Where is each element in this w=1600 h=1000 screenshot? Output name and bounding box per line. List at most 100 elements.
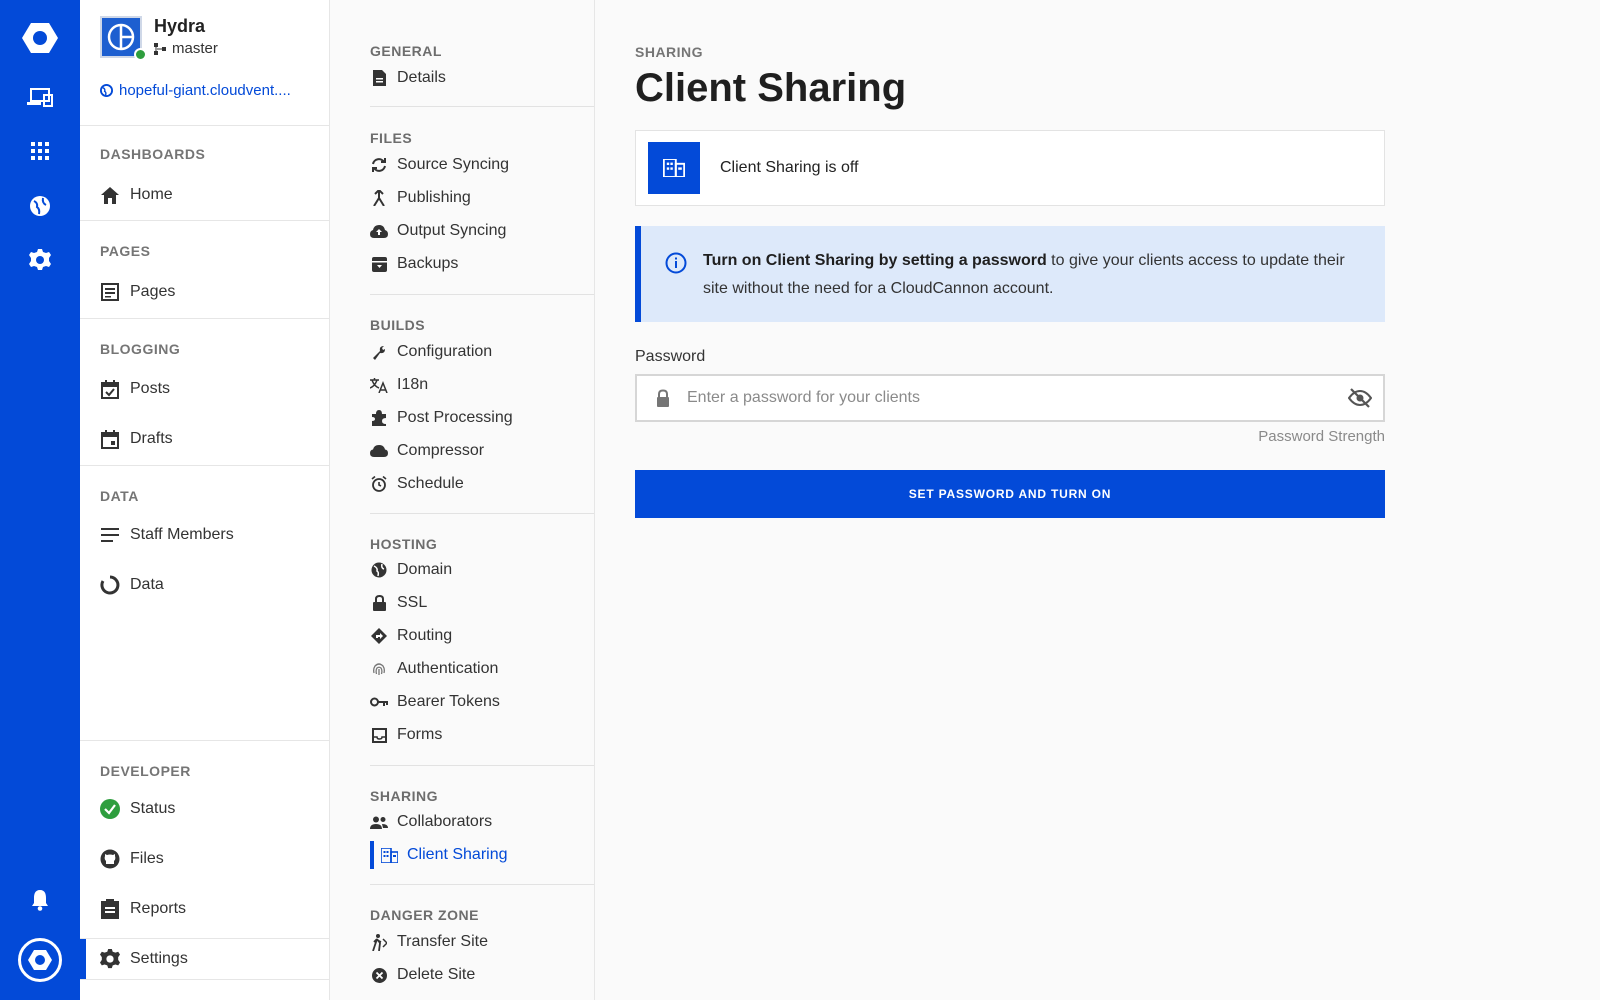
github-icon xyxy=(100,849,120,869)
info-icon xyxy=(665,252,687,274)
sync-icon xyxy=(370,156,388,174)
settings-nav: GENERAL Details FILES Source Syncing Pub… xyxy=(330,0,595,1000)
sidebar-item-files[interactable]: Files xyxy=(100,844,320,874)
eye-off-icon[interactable] xyxy=(1347,386,1373,410)
site-status-check-icon xyxy=(134,48,147,61)
settings-item-label: Domain xyxy=(397,561,453,578)
cloudcannon-logo-icon[interactable] xyxy=(18,18,62,58)
settings-item-backups[interactable]: Backups xyxy=(370,250,590,278)
lock-icon xyxy=(370,594,388,612)
calendar-check-icon xyxy=(100,379,120,399)
walking-person-icon xyxy=(370,933,388,951)
settings-item-label: Source Syncing xyxy=(397,156,510,173)
settings-heading-hosting: HOSTING xyxy=(370,536,438,552)
info-message-bold: Turn on Client Sharing by setting a pass… xyxy=(703,252,1047,269)
sidebar-item-settings[interactable]: Settings xyxy=(100,944,320,974)
divider xyxy=(370,765,594,766)
divider xyxy=(370,884,594,885)
divider xyxy=(80,125,329,126)
section-heading-data: DATA xyxy=(100,488,139,504)
section-heading-pages: PAGES xyxy=(100,243,151,259)
divider xyxy=(80,220,329,221)
list-icon xyxy=(100,525,120,545)
calendar-icon xyxy=(100,429,120,449)
password-field xyxy=(635,374,1385,422)
sidebar-item-posts[interactable]: Posts xyxy=(100,374,320,404)
password-input[interactable] xyxy=(687,376,1327,420)
site-url-text: hopeful-giant.cloudvent.... xyxy=(119,82,291,99)
settings-item-configuration[interactable]: Configuration xyxy=(370,338,590,366)
settings-item-ssl[interactable]: SSL xyxy=(370,589,590,617)
section-heading-developer: DEVELOPER xyxy=(100,763,191,779)
divider xyxy=(80,740,329,741)
settings-item-source-syncing[interactable]: Source Syncing xyxy=(370,151,590,179)
settings-item-details[interactable]: Details xyxy=(370,64,590,92)
sidebar-item-data[interactable]: Data xyxy=(100,570,320,600)
settings-item-label: Compressor xyxy=(397,442,485,459)
bell-icon[interactable] xyxy=(20,880,60,920)
settings-item-routing[interactable]: Routing xyxy=(370,622,590,650)
settings-item-collaborators[interactable]: Collaborators xyxy=(370,808,590,836)
settings-item-forms[interactable]: Forms xyxy=(370,721,590,749)
info-callout: Turn on Client Sharing by setting a pass… xyxy=(635,226,1385,322)
app-rail xyxy=(0,0,80,1000)
settings-item-label: Routing xyxy=(397,627,453,644)
globe-icon[interactable] xyxy=(20,186,60,226)
sidebar-item-status[interactable]: Status xyxy=(100,794,320,824)
settings-item-label: Publishing xyxy=(397,189,471,206)
sidebar-item-staff-members[interactable]: Staff Members xyxy=(100,520,320,550)
set-password-button[interactable]: SET PASSWORD AND TURN ON xyxy=(635,470,1385,518)
settings-item-label: Details xyxy=(397,69,446,86)
settings-item-label: I18n xyxy=(397,376,429,393)
settings-item-domain[interactable]: Domain xyxy=(370,556,590,584)
building-icon xyxy=(380,846,398,864)
sidebar-item-label: Settings xyxy=(130,950,188,967)
settings-item-publishing[interactable]: Publishing xyxy=(370,184,590,212)
settings-item-schedule[interactable]: Schedule xyxy=(370,470,590,498)
settings-item-label: Bearer Tokens xyxy=(397,693,500,710)
settings-item-authentication[interactable]: Authentication xyxy=(370,655,590,683)
devices-icon[interactable] xyxy=(20,77,60,117)
settings-item-post-processing[interactable]: Post Processing xyxy=(370,404,590,432)
settings-item-label: Delete Site xyxy=(397,966,476,983)
site-branch[interactable]: master xyxy=(154,40,218,57)
sidebar-item-label: Home xyxy=(130,186,173,203)
settings-item-output-syncing[interactable]: Output Syncing xyxy=(370,217,590,245)
clipboard-icon xyxy=(100,899,120,919)
lock-icon xyxy=(657,389,669,407)
settings-heading-sharing: SHARING xyxy=(370,788,439,804)
settings-item-delete-site[interactable]: Delete Site xyxy=(370,961,590,989)
site-header[interactable]: Hydra master xyxy=(100,16,320,66)
password-label: Password xyxy=(635,348,706,365)
settings-item-label: Output Syncing xyxy=(397,222,507,239)
settings-item-transfer-site[interactable]: Transfer Site xyxy=(370,928,590,956)
settings-item-label: Schedule xyxy=(397,475,464,492)
gear-icon[interactable] xyxy=(20,240,60,280)
sidebar-item-drafts[interactable]: Drafts xyxy=(100,424,320,454)
fingerprint-icon xyxy=(370,660,388,678)
divider xyxy=(80,318,329,319)
status-text: Client Sharing is off xyxy=(720,159,859,176)
branch-icon xyxy=(154,42,166,55)
sidebar-item-reports[interactable]: Reports xyxy=(100,894,320,924)
inbox-icon xyxy=(370,726,388,744)
settings-item-i18n[interactable]: I18n xyxy=(370,371,590,399)
site-url-link[interactable]: hopeful-giant.cloudvent.... xyxy=(100,82,315,99)
user-avatar-icon[interactable] xyxy=(18,938,62,982)
settings-item-label: SSL xyxy=(397,594,428,611)
apps-grid-icon[interactable] xyxy=(20,131,60,171)
archive-icon xyxy=(370,255,388,273)
settings-item-label: Authentication xyxy=(397,660,499,677)
divider xyxy=(370,106,594,107)
settings-item-bearer-tokens[interactable]: Bearer Tokens xyxy=(370,688,590,716)
sidebar-item-pages[interactable]: Pages xyxy=(100,277,320,307)
check-circle-icon xyxy=(100,799,120,819)
sidebar-item-label: Posts xyxy=(130,380,171,397)
settings-item-compressor[interactable]: Compressor xyxy=(370,437,590,465)
divider xyxy=(370,294,594,295)
merge-icon xyxy=(370,189,388,207)
settings-item-client-sharing[interactable]: Client Sharing xyxy=(380,841,590,869)
info-message: Turn on Client Sharing by setting a pass… xyxy=(703,247,1363,303)
sidebar-item-home[interactable]: Home xyxy=(100,180,320,210)
home-icon xyxy=(100,185,120,205)
